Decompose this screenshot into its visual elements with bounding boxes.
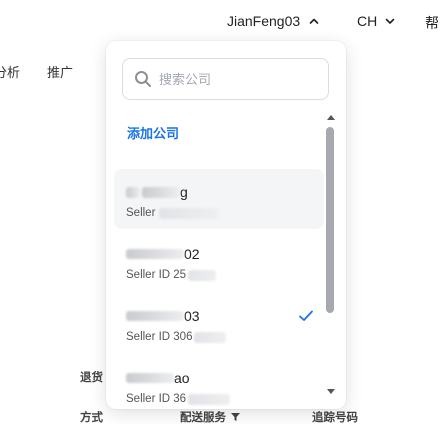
seller-id: Seller ID 25 <box>126 268 217 282</box>
scrollbar[interactable] <box>325 115 337 401</box>
redacted-name <box>126 311 184 321</box>
company-search-input[interactable] <box>159 71 319 87</box>
column-header-tracking: 追踪号码 <box>312 412 358 424</box>
account-name-suffix: ao <box>174 370 190 386</box>
list-item[interactable]: g Seller <box>114 169 324 229</box>
search-icon <box>135 71 151 87</box>
column-header-delivery-label: 配送服务 <box>180 412 226 424</box>
redacted-id <box>188 269 217 281</box>
redacted-id <box>188 393 231 405</box>
account-item-name: g <box>126 183 188 201</box>
column-header-delivery[interactable]: 配送服务 <box>180 409 241 424</box>
scrollbar-thumb[interactable] <box>326 127 334 313</box>
redacted-id <box>194 331 227 343</box>
account-name-suffix: 02 <box>184 246 200 262</box>
redacted-name <box>142 186 180 198</box>
redacted-id <box>159 207 220 219</box>
language-label: CH <box>357 13 378 29</box>
seller-id: Seller ID 306 <box>126 330 227 344</box>
list-item[interactable]: 02 Seller ID 25 <box>114 231 324 291</box>
account-dropdown: 添加公司 g Seller 02 Seller ID 25 <box>106 41 346 409</box>
seller-id-prefix: Seller <box>126 207 156 219</box>
redacted-name <box>126 249 184 259</box>
account-name: JianFeng03 <box>227 13 301 29</box>
seller-id-prefix: Seller ID 25 <box>126 269 187 281</box>
account-item-name: 03 <box>126 307 200 325</box>
language-switcher[interactable]: CH <box>357 13 396 29</box>
chevron-up-icon <box>309 18 319 24</box>
seller-id-prefix: Seller ID 36 <box>126 393 187 405</box>
seller-id: Seller ID 36 <box>126 392 231 406</box>
checkmark-icon <box>299 310 313 321</box>
company-search-box[interactable] <box>122 58 329 100</box>
account-name-suffix: g <box>180 184 188 200</box>
list-item[interactable]: ao Seller ID 36 <box>114 355 324 409</box>
account-item-name: ao <box>126 369 190 387</box>
redacted-name <box>126 373 174 383</box>
nav-item-analytics[interactable]: 分析 <box>0 62 20 81</box>
redacted-name <box>126 186 140 198</box>
column-header-method: 方式 <box>80 412 103 424</box>
scroll-up-arrow-icon[interactable] <box>327 115 335 120</box>
chevron-down-icon <box>385 18 395 24</box>
help-menu[interactable]: 帮 <box>425 13 439 33</box>
add-company-link[interactable]: 添加公司 <box>127 123 179 142</box>
account-name-suffix: 03 <box>184 308 200 324</box>
account-item-name: 02 <box>126 245 200 263</box>
filter-icon[interactable] <box>230 412 241 422</box>
nav-item-promotion[interactable]: 推广 <box>47 62 73 81</box>
scroll-down-arrow-icon[interactable] <box>327 389 335 394</box>
seller-id: Seller <box>126 206 220 220</box>
top-bar: JianFeng03 CH 帮 <box>0 0 444 44</box>
seller-id-prefix: Seller ID 306 <box>126 331 193 343</box>
list-item[interactable]: 03 Seller ID 306 <box>114 293 324 353</box>
account-switcher[interactable]: JianFeng03 <box>227 13 320 29</box>
table-row-label: 退货 <box>80 372 103 384</box>
